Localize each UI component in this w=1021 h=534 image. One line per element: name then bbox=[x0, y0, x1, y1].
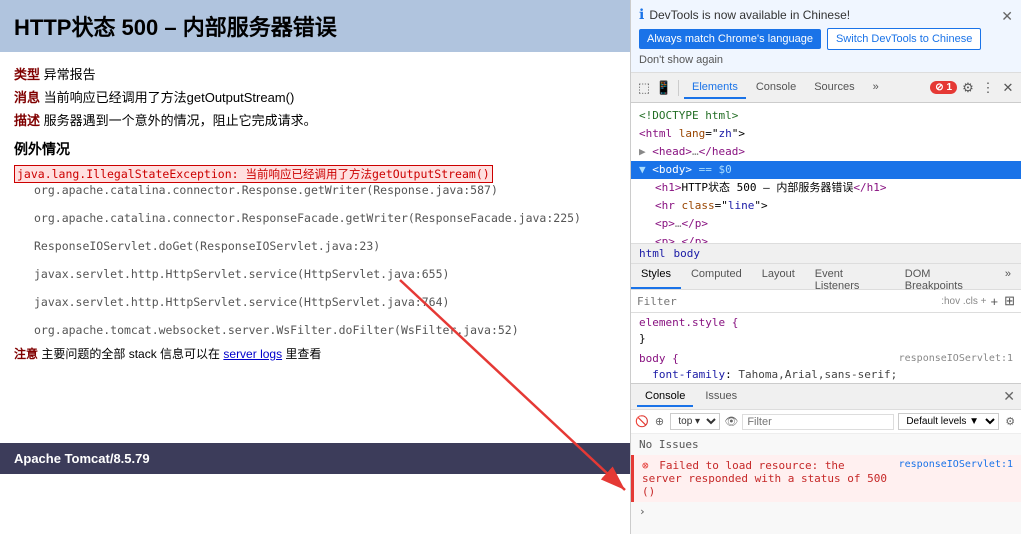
console-tab-console[interactable]: Console bbox=[637, 387, 693, 407]
style-settings-icon[interactable]: ⊞ bbox=[1004, 293, 1015, 309]
stack-line-0: java.lang.IllegalStateException: 当前响应已经调… bbox=[14, 165, 493, 183]
styles-filter-hint: :hov .cls + bbox=[941, 296, 986, 307]
error-badge: ⊘ 1 bbox=[930, 81, 957, 94]
error-title: HTTP状态 500 – 内部服务器错误 bbox=[14, 15, 337, 40]
tab-more[interactable]: » bbox=[865, 77, 887, 99]
footer-text: Apache Tomcat/8.5.79 bbox=[14, 451, 150, 466]
stack-line-5: javax.servlet.http.HttpServlet.service(H… bbox=[14, 295, 616, 309]
stack-line-4: javax.servlet.http.HttpServlet.service(H… bbox=[14, 267, 616, 281]
banner-buttons: Always match Chrome's language Switch De… bbox=[639, 28, 1013, 50]
stack-line-1: org.apache.catalina.connector.Response.g… bbox=[14, 183, 616, 197]
phone-icon[interactable]: 📱 bbox=[655, 79, 673, 97]
console-close-icon[interactable]: ✕ bbox=[1003, 388, 1015, 405]
message-label: 消息 bbox=[14, 90, 40, 105]
error-icon: ⊗ bbox=[642, 459, 649, 472]
banner-title-line: ℹ DevTools is now available in Chinese! bbox=[639, 6, 1013, 23]
stack-line-2: org.apache.catalina.connector.ResponseFa… bbox=[14, 211, 616, 225]
footer-bar: Apache Tomcat/8.5.79 bbox=[0, 443, 630, 474]
note-label: 注意 bbox=[14, 347, 38, 361]
error-body: 类型 异常报告 消息 当前响应已经调用了方法getOutputStream() … bbox=[0, 64, 630, 362]
dont-show-link[interactable]: Don't show again bbox=[639, 54, 723, 66]
console-eye-icon[interactable]: 👁 bbox=[724, 413, 738, 431]
banner-close-icon[interactable]: ✕ bbox=[1001, 8, 1013, 25]
devtools-main-toolbar: ⬚ 📱 Elements Console Sources » ⊘ 1 ⚙ ⋮ ✕ bbox=[631, 73, 1021, 103]
css-rules-panel: element.style { } responseIOServlet:1 bo… bbox=[631, 313, 1021, 383]
console-gear-icon[interactable]: ⚙ bbox=[1003, 413, 1017, 431]
styles-tab-layout[interactable]: Layout bbox=[752, 264, 805, 289]
breadcrumb-html[interactable]: html bbox=[639, 247, 666, 260]
description-label: 描述 bbox=[14, 113, 40, 128]
elements-panel: <!DOCTYPE html> <html lang="zh"> ▶ <head… bbox=[631, 103, 1021, 243]
message-value: 当前响应已经调用了方法getOutputStream() bbox=[44, 90, 295, 105]
css-source-1[interactable]: responseIOServlet:1 bbox=[899, 351, 1013, 367]
stack-line-3: ResponseIOServlet.doGet(ResponseIOServle… bbox=[14, 239, 616, 253]
match-language-button[interactable]: Always match Chrome's language bbox=[639, 29, 821, 49]
prompt-arrow: › bbox=[639, 505, 646, 518]
console-section: Console Issues ✕ 🚫 ⊕ top ▾ 👁 Default lev… bbox=[631, 383, 1021, 521]
styles-tabs-bar: Styles Computed Layout Event Listeners D… bbox=[631, 264, 1021, 290]
styles-tab-computed[interactable]: Computed bbox=[681, 264, 752, 289]
styles-tab-event-listeners[interactable]: Event Listeners bbox=[805, 264, 895, 289]
console-top-select[interactable]: top ▾ bbox=[670, 413, 720, 430]
console-toolbar: Console Issues ✕ bbox=[631, 384, 1021, 410]
note-line: 注意 主要问题的全部 stack 信息可以在 server logs 里查看 bbox=[14, 345, 616, 362]
breadcrumb: html body bbox=[631, 243, 1021, 264]
message-line: 消息 当前响应已经调用了方法getOutputStream() bbox=[14, 87, 616, 106]
note-suffix: 里查看 bbox=[285, 347, 321, 361]
html-line-body[interactable]: ▼ <body> == $0 bbox=[631, 161, 1021, 179]
devtools-panel: ℹ DevTools is now available in Chinese! … bbox=[630, 0, 1021, 534]
console-filter-input[interactable] bbox=[742, 414, 894, 430]
close-devtools-icon[interactable]: ✕ bbox=[999, 79, 1017, 97]
html-line-head: ▶ <head>…</head> bbox=[631, 143, 1021, 161]
html-line-p2: <p>…</p> bbox=[631, 233, 1021, 243]
stack-trace: java.lang.IllegalStateException: 当前响应已经调… bbox=[14, 165, 616, 337]
banner-title: DevTools is now available in Chinese! bbox=[649, 8, 850, 22]
server-logs-link[interactable]: server logs bbox=[223, 347, 282, 361]
description-line: 描述 服务器遇到一个意外的情况，阻止它完成请求。 bbox=[14, 110, 616, 129]
description-value: 服务器遇到一个意外的情况，阻止它完成请求。 bbox=[44, 113, 317, 128]
type-value: 异常报告 bbox=[44, 67, 96, 82]
error-page: HTTP状态 500 – 内部服务器错误 类型 异常报告 消息 当前响应已经调用… bbox=[0, 0, 630, 534]
console-error-content: ⊗ Failed to load resource: the server re… bbox=[642, 459, 891, 498]
console-tab-issues[interactable]: Issues bbox=[697, 387, 745, 407]
html-line-html: <html lang="zh"> bbox=[631, 125, 1021, 143]
styles-filter-bar: :hov .cls + + ⊞ bbox=[631, 290, 1021, 313]
html-line-h1: <h1>HTTP状态 500 – 内部服务器错误</h1> bbox=[631, 179, 1021, 197]
breadcrumb-body[interactable]: body bbox=[674, 247, 701, 260]
console-levels-select[interactable]: Default levels ▼ bbox=[898, 413, 999, 430]
no-issues-text: No Issues bbox=[631, 434, 1021, 455]
tab-sources[interactable]: Sources bbox=[806, 77, 862, 99]
styles-filter-input[interactable] bbox=[637, 295, 937, 308]
cursor-icon[interactable]: ⬚ bbox=[635, 79, 653, 97]
css-rule-element-style: element.style { } bbox=[631, 313, 1021, 349]
html-line-p1: <p>…</p> bbox=[631, 215, 1021, 233]
html-line-hr: <hr class="line"> bbox=[631, 197, 1021, 215]
console-error-row: ⊗ Failed to load resource: the server re… bbox=[631, 455, 1021, 502]
styles-tab-dom-breakpoints[interactable]: DOM Breakpoints bbox=[895, 264, 995, 289]
error-title-bar: HTTP状态 500 – 内部服务器错误 bbox=[0, 0, 630, 52]
console-prompt: › bbox=[631, 502, 1021, 521]
stack-line-6: org.apache.tomcat.websocket.server.WsFil… bbox=[14, 323, 616, 337]
exception-title: 例外情况 bbox=[14, 139, 616, 159]
switch-devtools-button[interactable]: Switch DevTools to Chinese bbox=[827, 28, 981, 50]
more-options-icon[interactable]: ⋮ bbox=[979, 79, 997, 97]
devtools-banner: ℹ DevTools is now available in Chinese! … bbox=[631, 0, 1021, 73]
settings-icon[interactable]: ⚙ bbox=[959, 79, 977, 97]
css-rule-body: responseIOServlet:1 body { font-family: … bbox=[631, 349, 1021, 383]
tab-elements[interactable]: Elements bbox=[684, 77, 746, 99]
type-label: 类型 bbox=[14, 67, 40, 82]
console-clear-icon[interactable]: 🚫 bbox=[635, 413, 649, 431]
console-error-source[interactable]: responseIOServlet:1 bbox=[899, 459, 1013, 470]
note-text: 主要问题的全部 stack 信息可以在 bbox=[41, 347, 220, 361]
add-style-icon[interactable]: + bbox=[991, 294, 999, 309]
styles-tab-styles[interactable]: Styles bbox=[631, 264, 681, 289]
html-line-doctype: <!DOCTYPE html> bbox=[631, 107, 1021, 125]
console-error-text: Failed to load resource: the server resp… bbox=[642, 459, 887, 498]
tab-console[interactable]: Console bbox=[748, 77, 804, 99]
console-filter-bar: 🚫 ⊕ top ▾ 👁 Default levels ▼ ⚙ bbox=[631, 410, 1021, 434]
styles-tab-more[interactable]: » bbox=[995, 264, 1021, 289]
console-top-icon[interactable]: ⊕ bbox=[653, 413, 667, 431]
type-line: 类型 异常报告 bbox=[14, 64, 616, 83]
